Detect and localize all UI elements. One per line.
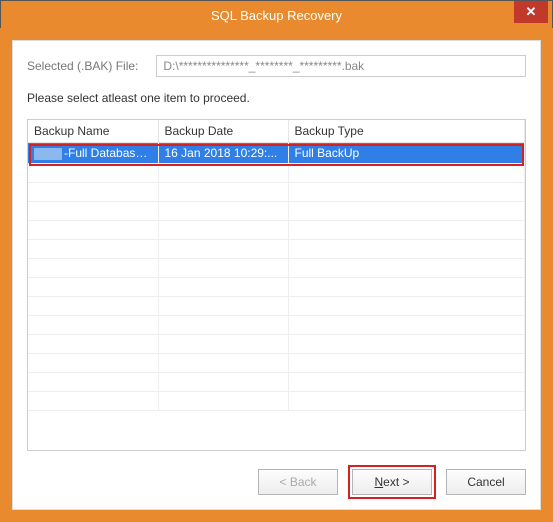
window-frame: Selected (.BAK) File: Please select atle… (0, 28, 553, 522)
col-backup-type[interactable]: Backup Type (288, 120, 525, 143)
grid-header-row: Backup Name Backup Date Backup Type (28, 120, 525, 143)
selected-file-label: Selected (.BAK) File: (27, 59, 138, 73)
backup-grid[interactable]: Backup Name Backup Date Backup Type -Ful… (27, 119, 526, 451)
col-backup-date[interactable]: Backup Date (158, 120, 288, 143)
grid-row-selected[interactable]: -Full Database ... 16 Jan 2018 10:29:...… (28, 143, 525, 164)
cell-backup-type: Full BackUp (288, 143, 525, 164)
grid-row-empty (28, 354, 525, 373)
selected-file-row: Selected (.BAK) File: (27, 55, 526, 77)
wizard-button-row: < Back Next > Cancel (27, 465, 526, 499)
grid-row-empty (28, 373, 525, 392)
cell-backup-name: -Full Database ... (28, 143, 158, 164)
col-backup-name[interactable]: Backup Name (28, 120, 158, 143)
grid-row-empty (28, 183, 525, 202)
grid-row-empty (28, 221, 525, 240)
grid-row-empty (28, 259, 525, 278)
grid-row-empty (28, 202, 525, 221)
grid-row-empty (28, 240, 525, 259)
grid-row-empty (28, 392, 525, 411)
title-bar: SQL Backup Recovery ✕ (1, 1, 552, 29)
cell-backup-date: 16 Jan 2018 10:29:... (158, 143, 288, 164)
content-panel: Selected (.BAK) File: Please select atle… (12, 40, 541, 510)
selected-file-input[interactable] (156, 55, 526, 77)
grid-row-empty (28, 297, 525, 316)
highlight-outline-next: Next > (348, 465, 436, 499)
grid-row-empty (28, 164, 525, 183)
window-title: SQL Backup Recovery (1, 8, 552, 23)
cancel-button[interactable]: Cancel (446, 469, 526, 495)
next-button[interactable]: Next > (352, 469, 432, 495)
back-button[interactable]: < Back (258, 469, 338, 495)
instruction-text: Please select atleast one item to procee… (27, 91, 526, 105)
grid-row-empty (28, 278, 525, 297)
close-button[interactable]: ✕ (514, 1, 548, 23)
grid-row-empty (28, 316, 525, 335)
close-icon: ✕ (526, 4, 537, 20)
grid-row-empty (28, 335, 525, 354)
